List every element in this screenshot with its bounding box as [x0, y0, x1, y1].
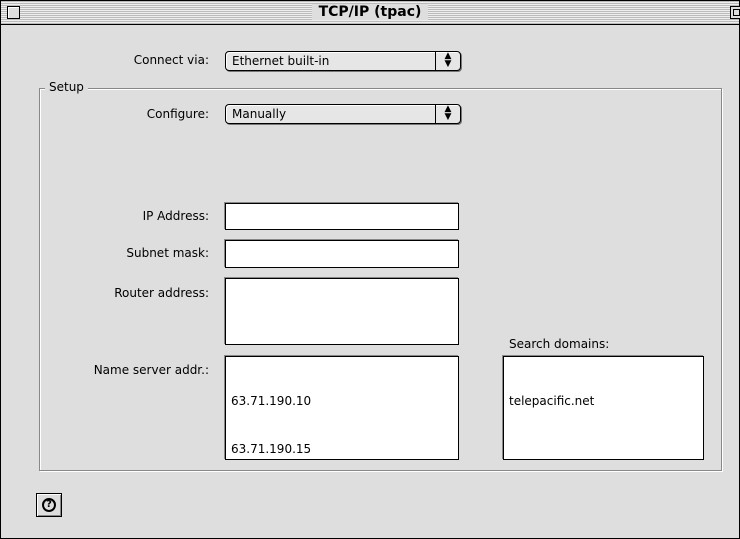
name-server-entry: 63.71.190.15 [231, 442, 312, 456]
zoom-box[interactable] [730, 6, 740, 19]
search-domain-entry: telepacific.net [509, 394, 595, 408]
router-address-field[interactable] [225, 278, 459, 345]
name-server-entry: 63.71.190.10 [231, 394, 312, 408]
name-server-field[interactable]: 63.71.190.10 63.71.190.15 [225, 356, 459, 460]
configure-label: Configure: [146, 107, 209, 121]
connect-via-label: Connect via: [133, 53, 209, 67]
window-title-wrap: TCP/IP (tpac) [1, 4, 739, 20]
tcpip-window: TCP/IP (tpac) Connect via: Ethernet buil… [0, 0, 740, 539]
configure-value: Manually [232, 107, 287, 121]
question-icon: ? [42, 498, 56, 512]
help-button[interactable]: ? [36, 493, 62, 517]
ip-address-label: IP Address: [142, 209, 209, 223]
popup-arrows-icon: ▲ ▼ [435, 105, 460, 123]
router-address-label: Router address: [114, 286, 209, 300]
connect-via-value: Ethernet built-in [232, 54, 330, 68]
search-domains-label: Search domains: [509, 337, 610, 351]
search-domains-field[interactable]: telepacific.net [503, 356, 704, 460]
connect-via-popup[interactable]: Ethernet built-in ▲ ▼ [225, 51, 461, 71]
subnet-mask-field[interactable] [225, 240, 459, 268]
subnet-mask-label: Subnet mask: [126, 246, 209, 260]
title-bar[interactable]: TCP/IP (tpac) [1, 1, 740, 25]
setup-legend: Setup [45, 80, 88, 94]
window-title: TCP/IP (tpac) [311, 4, 429, 20]
popup-arrows-icon: ▲ ▼ [435, 52, 460, 70]
name-server-label: Name server addr.: [93, 363, 209, 377]
configure-popup[interactable]: Manually ▲ ▼ [225, 104, 461, 124]
ip-address-field[interactable] [225, 203, 459, 230]
